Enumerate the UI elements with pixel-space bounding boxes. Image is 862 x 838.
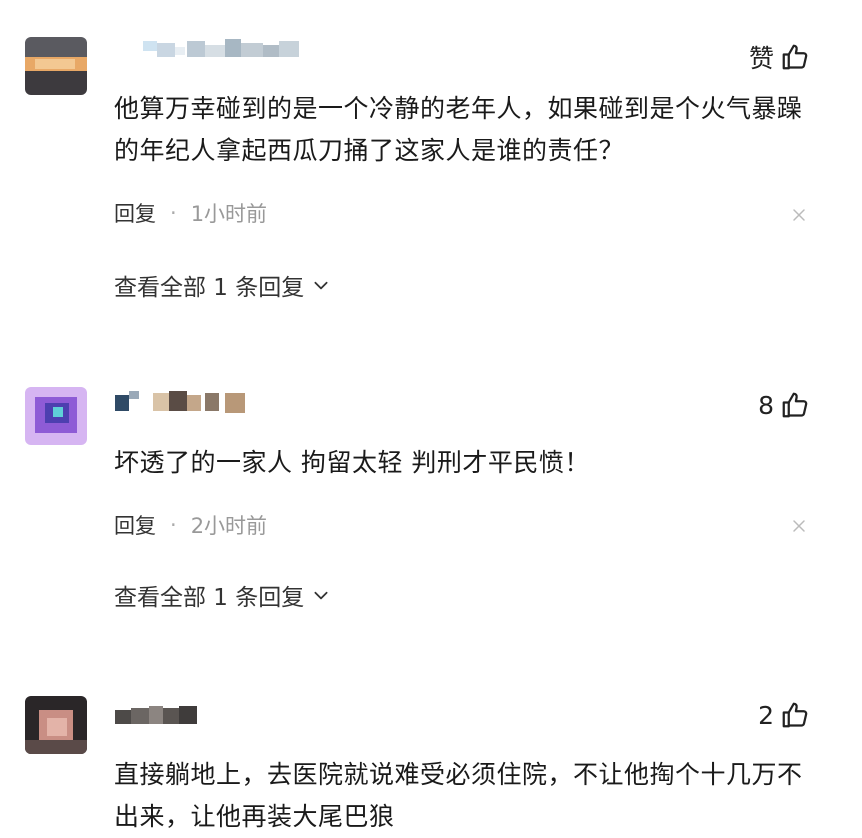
chevron-down-icon (312, 586, 330, 604)
close-icon[interactable] (791, 207, 807, 223)
comment-text: 他算万幸碰到的是一个冷静的老年人，如果碰到是个火气暴躁的年纪人拿起西瓜刀捅了这家… (114, 94, 803, 165)
expand-replies-button[interactable]: 查看全部 1 条回复 (114, 578, 330, 612)
like-count: 2 (758, 700, 774, 730)
reply-button[interactable]: 回复 (114, 198, 156, 228)
username-blurred[interactable] (115, 37, 315, 65)
timestamp: 1小时前 (190, 202, 268, 226)
username-blurred[interactable] (115, 704, 215, 732)
like-button[interactable]: 赞 (749, 39, 810, 75)
thumbs-up-icon (780, 42, 810, 72)
reply-button[interactable]: 回复 (114, 510, 156, 540)
expand-replies-label: 查看全部 1 条回复 (114, 275, 305, 301)
avatar[interactable] (25, 387, 87, 445)
like-count: 8 (758, 390, 774, 420)
expand-replies-button[interactable]: 查看全部 1 条回复 (114, 268, 330, 302)
separator-dot: · (170, 513, 177, 537)
timestamp: 2小时前 (190, 514, 268, 538)
separator-dot: · (170, 201, 177, 225)
comment-meta: 回复 · 1小时前 (114, 198, 267, 228)
expand-replies-label: 查看全部 1 条回复 (114, 585, 305, 611)
username-blurred[interactable] (115, 391, 255, 419)
avatar[interactable] (25, 696, 87, 754)
close-icon[interactable] (791, 518, 807, 534)
thumbs-up-icon (780, 700, 810, 730)
chevron-down-icon (312, 276, 330, 294)
comment-text: 坏透了的一家人 拘留太轻 判刑才平民愤！ (114, 448, 590, 477)
like-button[interactable]: 8 (758, 390, 810, 420)
like-count: 赞 (748, 44, 774, 73)
comment-text: 直接躺地上，去医院就说难受必须住院，不让他掏个十几万不出来，让他再装大尾巴狼 (114, 760, 803, 831)
thumbs-up-icon (780, 390, 810, 420)
like-button[interactable]: 2 (758, 700, 810, 730)
comment-meta: 回复 · 2小时前 (114, 510, 267, 540)
avatar[interactable] (25, 37, 87, 95)
